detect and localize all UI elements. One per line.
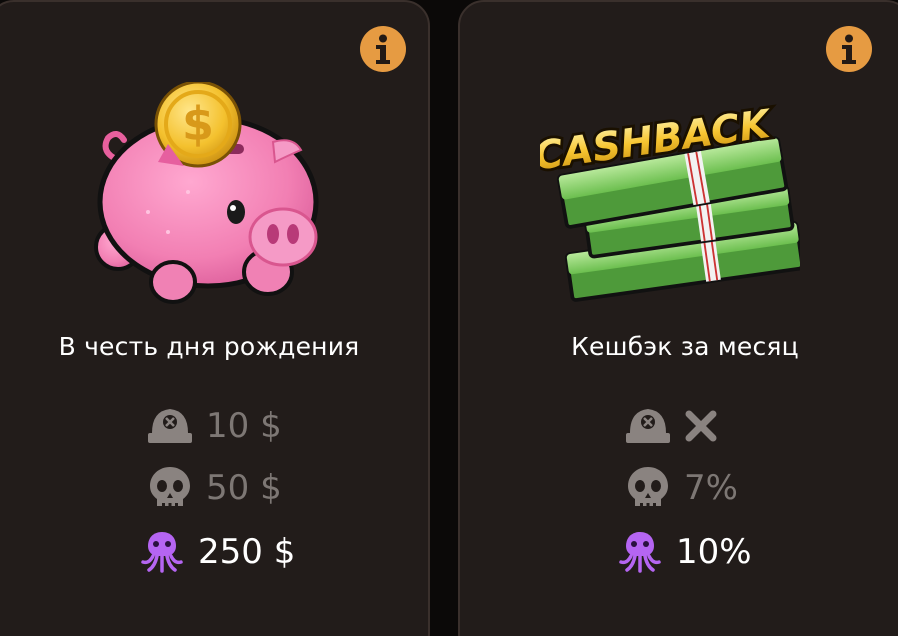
- promo-screen: $ В честь дня рождения 10 $ 50 $ 250 $ C…: [0, 0, 898, 636]
- tier-row-skull: 7%: [624, 464, 738, 512]
- info-button[interactable]: [360, 26, 406, 72]
- tier-value: 7%: [684, 468, 738, 508]
- card-title: В честь дня рождения: [58, 332, 360, 361]
- tier-value: 10%: [676, 532, 752, 572]
- info-button[interactable]: [826, 26, 872, 72]
- tier-value: 10 $: [206, 406, 282, 446]
- tier-value: 50 $: [206, 468, 282, 508]
- tier-row-octopus: 10%: [616, 528, 752, 576]
- monthly-cashback-card: CASHBACK CASHBACK Кешбэк за месяц 7% 10%: [458, 0, 898, 636]
- tier-row-skull: 50 $: [146, 464, 282, 512]
- card-title: Кешбэк за месяц: [571, 332, 799, 361]
- svg-text:$: $: [182, 97, 214, 151]
- piggy-bank-illustration: $: [94, 82, 319, 304]
- pirate-hat-icon: [624, 402, 672, 450]
- pirate-hat-icon: [146, 402, 194, 450]
- tier-value: 250 $: [198, 532, 296, 572]
- tier-unavailable: [684, 409, 718, 443]
- tier-row-octopus: 250 $: [138, 528, 295, 576]
- info-icon: [842, 34, 856, 64]
- octopus-icon: [138, 528, 186, 576]
- tier-row-pirate: 10 $: [146, 402, 282, 450]
- cross-icon: [685, 410, 717, 442]
- skull-icon: [624, 464, 672, 512]
- cashback-money-illustration: CASHBACK CASHBACK: [540, 99, 800, 302]
- birthday-bonus-card: $ В честь дня рождения 10 $ 50 $ 250 $: [0, 0, 430, 636]
- tier-row-pirate: [624, 402, 718, 450]
- octopus-icon: [616, 528, 664, 576]
- skull-icon: [146, 464, 194, 512]
- info-icon: [376, 34, 390, 64]
